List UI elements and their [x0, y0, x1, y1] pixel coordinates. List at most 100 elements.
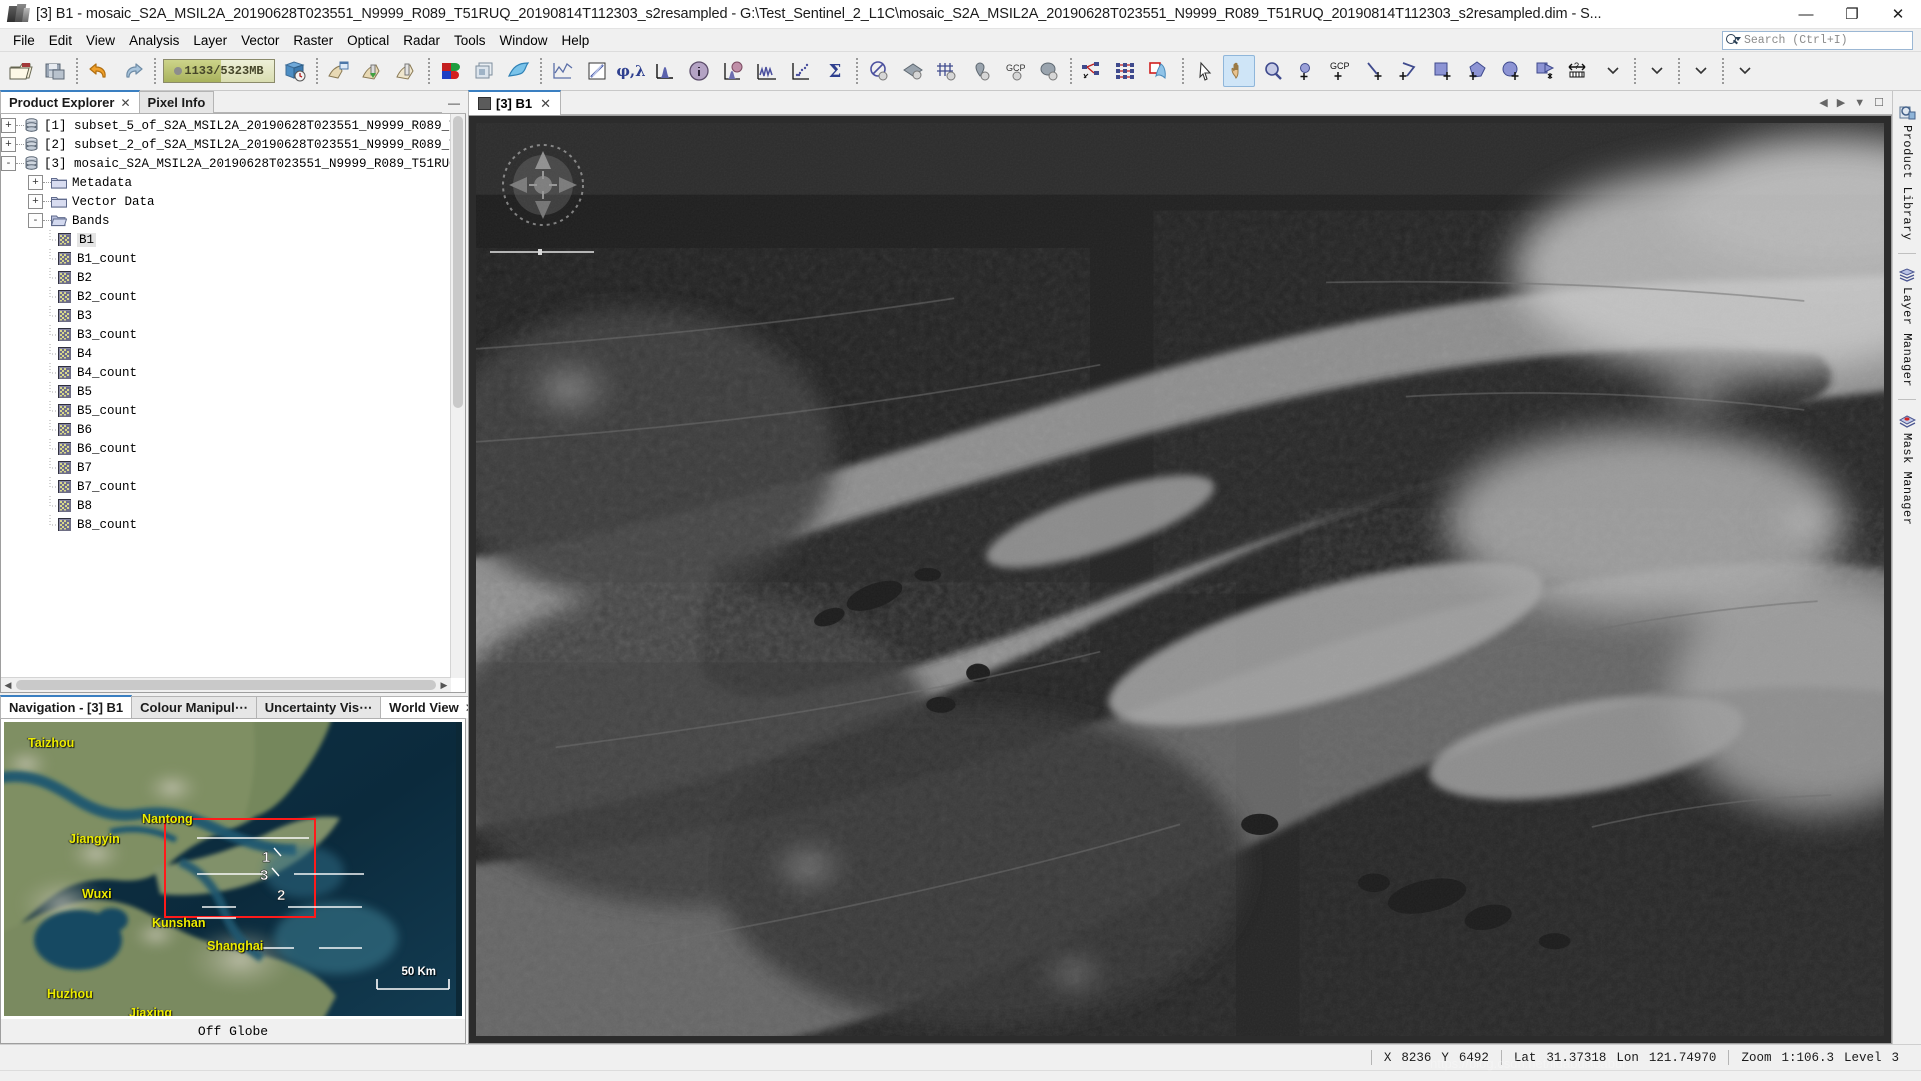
tree-item[interactable]: B1_count: [1, 249, 451, 268]
tree-item[interactable]: + Metadata: [1, 173, 451, 192]
hscroll-left-arrow[interactable]: ◀: [1, 678, 15, 692]
tab-navigation[interactable]: Navigation - [3] B1: [0, 695, 133, 718]
expand-icon[interactable]: +: [1, 137, 16, 152]
profile-plot-icon[interactable]: [547, 55, 579, 87]
sidebar-item-product-library[interactable]: Product Library: [1894, 99, 1920, 246]
polygon-plus-icon[interactable]: [1461, 55, 1493, 87]
stacked-layers-icon[interactable]: [469, 55, 501, 87]
sigma-icon[interactable]: Σ: [819, 55, 851, 87]
spectrum-view-icon[interactable]: [751, 55, 783, 87]
gcp-plus-icon[interactable]: GCP: [1325, 55, 1357, 87]
redo-arrow-icon[interactable]: [117, 55, 149, 87]
tab-image-view-b1[interactable]: [3] B1 ✕: [468, 90, 562, 115]
graph-builder-icon[interactable]: [1077, 55, 1109, 87]
tree-item[interactable]: - Bands: [1, 211, 451, 230]
rgb-palette-icon[interactable]: [435, 55, 467, 87]
search-input[interactable]: Search (Ctrl+I): [1722, 30, 1913, 50]
tree-item[interactable]: B3: [1, 306, 451, 325]
tree-item[interactable]: B2_count: [1, 287, 451, 306]
close-icon[interactable]: ✕: [540, 96, 551, 112]
menu-raster[interactable]: Raster: [286, 31, 340, 50]
scatter-plot-icon[interactable]: [581, 55, 613, 87]
tree-vscroll-thumb[interactable]: [453, 116, 463, 408]
nodata-overlay-icon[interactable]: [863, 55, 895, 87]
product-tree[interactable]: + [1] subset_5_of_S2A_MSIL2A_20190628T023…: [1, 114, 451, 678]
tree-item[interactable]: + [1] subset_5_of_S2A_MSIL2A_20190628T023…: [1, 116, 451, 135]
tree-item[interactable]: B1: [1, 230, 451, 249]
menu-optical[interactable]: Optical: [340, 31, 396, 50]
wave-icon[interactable]: [503, 55, 535, 87]
menu-edit[interactable]: Edit: [42, 31, 79, 50]
hand-pan-icon[interactable]: [1223, 55, 1255, 87]
sidebar-item-mask-manager[interactable]: Mask Manager: [1894, 407, 1920, 530]
expand-icon[interactable]: +: [28, 194, 43, 209]
menu-analysis[interactable]: Analysis: [122, 31, 186, 50]
batch-processing-icon[interactable]: [1111, 55, 1143, 87]
tab-product-explorer[interactable]: Product Explorer ✕: [0, 90, 140, 113]
tree-vertical-scrollbar[interactable]: [450, 114, 465, 678]
tree-item[interactable]: B4: [1, 344, 451, 363]
graticule-overlay-icon[interactable]: [897, 55, 929, 87]
expand-icon[interactable]: +: [28, 175, 43, 190]
save-disk-icon[interactable]: [39, 55, 71, 87]
menu-help[interactable]: Help: [555, 31, 597, 50]
maximize-button[interactable]: ❐: [1829, 0, 1875, 28]
tab-pixel-info[interactable]: Pixel Info: [138, 91, 215, 113]
magnifier-icon[interactable]: [1257, 55, 1289, 87]
memory-indicator[interactable]: 1133/5323MB: [163, 59, 275, 83]
tree-item[interactable]: B5: [1, 382, 451, 401]
menu-tools[interactable]: Tools: [447, 31, 493, 50]
rectangle-plus-icon[interactable]: [1427, 55, 1459, 87]
tree-item[interactable]: B6: [1, 420, 451, 439]
tab-colour-manipulation[interactable]: Colour Manipul⋯: [131, 696, 257, 718]
tree-horizontal-scrollbar[interactable]: ◀ ▶: [1, 677, 451, 692]
compass-slider[interactable]: [490, 249, 600, 255]
tree-item[interactable]: B4_count: [1, 363, 451, 382]
view-list-icon[interactable]: ▼: [1854, 97, 1865, 109]
prev-view-icon[interactable]: ◀: [1819, 96, 1827, 109]
ellipse-plus-icon[interactable]: [1495, 55, 1527, 87]
menu-radar[interactable]: Radar: [396, 31, 447, 50]
world-view-map[interactable]: 1 3 2 50 Km Taizhou Nantong Jiangyin Wux…: [4, 722, 462, 1016]
menu-vector[interactable]: Vector: [234, 31, 286, 50]
line-plus-icon[interactable]: [1359, 55, 1391, 87]
information-icon[interactable]: [683, 55, 715, 87]
arrow-cursor-icon[interactable]: [1189, 55, 1221, 87]
polyline-plus-icon[interactable]: [1393, 55, 1425, 87]
pin-overlay-icon[interactable]: [965, 55, 997, 87]
pin-plus-icon[interactable]: [1291, 55, 1323, 87]
image-canvas[interactable]: [476, 123, 1884, 1036]
subset-icon[interactable]: [1145, 55, 1177, 87]
hscroll-right-arrow[interactable]: ▶: [437, 678, 451, 692]
tree-item[interactable]: B7_count: [1, 477, 451, 496]
tree-item[interactable]: B6_count: [1, 439, 451, 458]
tab-uncertainty-visualisation[interactable]: Uncertainty Vis⋯: [255, 696, 382, 718]
chevron-double-down-icon[interactable]: [1597, 55, 1629, 87]
close-icon[interactable]: ✕: [120, 96, 130, 110]
graticule-grid-icon[interactable]: [931, 55, 963, 87]
tree-item[interactable]: B8_count: [1, 515, 451, 534]
tree-item[interactable]: B5_count: [1, 401, 451, 420]
open-folder-icon[interactable]: [5, 55, 37, 87]
sidebar-item-layer-manager[interactable]: Layer Manager: [1894, 261, 1920, 392]
tree-hscroll-thumb[interactable]: [16, 680, 436, 690]
tree-item[interactable]: B2: [1, 268, 451, 287]
collapse-icon[interactable]: -: [1, 156, 16, 171]
tree-item[interactable]: - [3] mosaic_S2A_MSIL2A_20190628T023551_N…: [1, 154, 451, 173]
tree-item[interactable]: + [2] subset_2_of_S2A_MSIL2A_20190628T023…: [1, 135, 451, 154]
toolbar-overflow-2-icon[interactable]: [1685, 55, 1717, 87]
minimize-panel-button[interactable]: —: [448, 96, 460, 110]
range-finder-icon[interactable]: ?: [1563, 55, 1595, 87]
toolbar-overflow-1-icon[interactable]: [1641, 55, 1673, 87]
tree-item[interactable]: B3_count: [1, 325, 451, 344]
image-close-icon[interactable]: [391, 55, 423, 87]
menu-file[interactable]: File: [6, 31, 42, 50]
tree-item[interactable]: + Vector Data: [1, 192, 451, 211]
maximize-view-icon[interactable]: ☐: [1874, 96, 1884, 109]
phi-lambda-icon[interactable]: φ,λ: [615, 55, 647, 87]
menu-view[interactable]: View: [79, 31, 122, 50]
gcp-overlay-icon[interactable]: GCP: [999, 55, 1031, 87]
next-view-icon[interactable]: ▶: [1837, 96, 1845, 109]
close-button[interactable]: ✕: [1875, 0, 1921, 28]
undo-arrow-icon[interactable]: [83, 55, 115, 87]
